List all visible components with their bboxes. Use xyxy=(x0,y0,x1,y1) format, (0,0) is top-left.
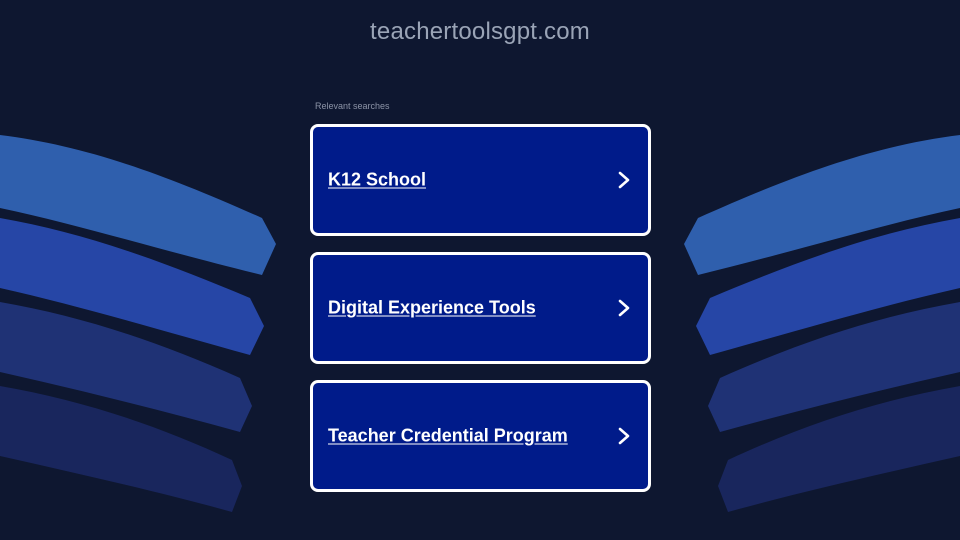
related-search-label[interactable]: K12 School xyxy=(328,170,426,191)
related-search-list: K12 School Digital Experience Tools Teac… xyxy=(310,124,651,508)
related-search-digital-experience-tools[interactable]: Digital Experience Tools xyxy=(310,252,651,364)
chevron-right-icon xyxy=(618,299,630,317)
chevron-right-icon xyxy=(618,427,630,445)
related-searches-label: Relevant searches xyxy=(315,101,390,111)
related-search-label[interactable]: Teacher Credential Program xyxy=(328,426,568,447)
chevron-right-icon xyxy=(618,171,630,189)
domain-title: teachertoolsgpt.com xyxy=(370,18,590,45)
related-search-label[interactable]: Digital Experience Tools xyxy=(328,298,536,319)
related-search-k12-school[interactable]: K12 School xyxy=(310,124,651,236)
parked-domain-page: teachertoolsgpt.com Relevant searches K1… xyxy=(0,0,960,540)
related-search-teacher-credential-program[interactable]: Teacher Credential Program xyxy=(310,380,651,492)
